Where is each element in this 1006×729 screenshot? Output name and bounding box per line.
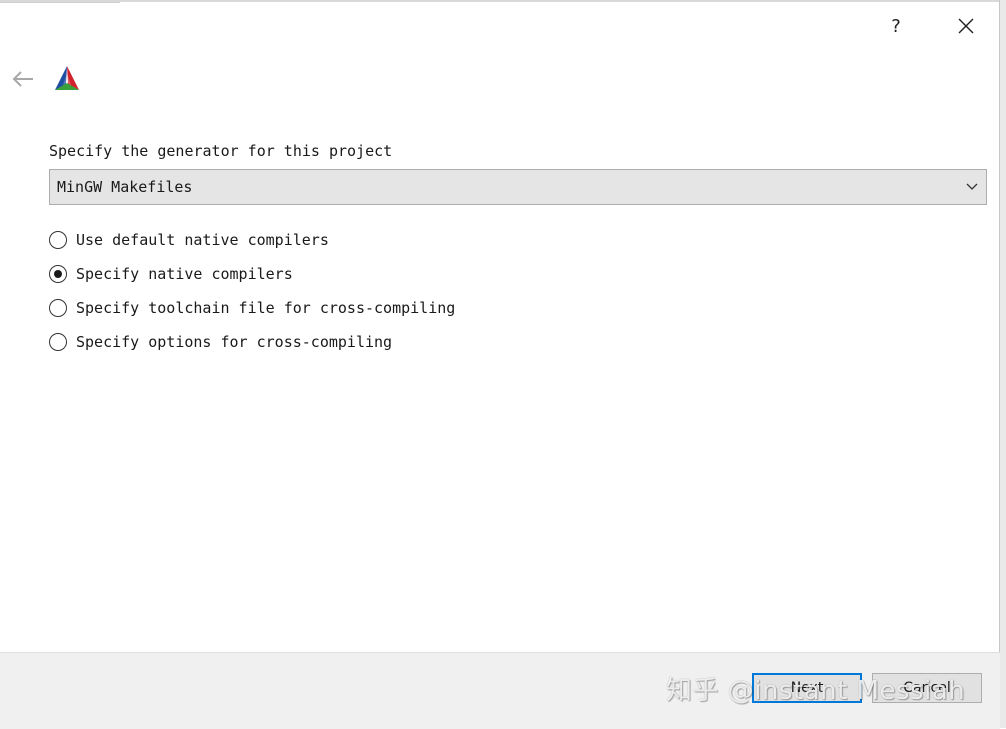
next-button[interactable]: Next <box>752 673 862 703</box>
generator-dropdown[interactable]: MinGW Makefiles <box>49 169 987 205</box>
radio-toolchain-file[interactable]: Specify toolchain file for cross-compili… <box>49 296 455 320</box>
radio-cross-compile-options[interactable]: Specify options for cross-compiling <box>49 330 392 354</box>
radio-button[interactable] <box>49 333 67 351</box>
cancel-button[interactable]: Cancel <box>872 673 982 703</box>
radio-button-checked[interactable] <box>49 265 67 283</box>
window-top-border <box>0 0 1006 2</box>
dialog-footer: Next Cancel <box>0 652 1000 729</box>
radio-label: Use default native compilers <box>76 231 329 249</box>
generator-selected-value: MinGW Makefiles <box>57 178 193 196</box>
radio-button[interactable] <box>49 231 67 249</box>
cmake-logo-icon <box>55 66 79 90</box>
generator-label: Specify the generator for this project <box>49 142 393 160</box>
help-icon: ? <box>891 15 901 37</box>
radio-button[interactable] <box>49 299 67 317</box>
chevron-down-icon <box>958 169 986 205</box>
radio-label: Specify native compilers <box>76 265 293 283</box>
radio-label: Specify toolchain file for cross-compili… <box>76 299 456 317</box>
close-button[interactable] <box>948 10 984 42</box>
arrow-left-icon <box>12 71 33 87</box>
radio-native-compilers[interactable]: Specify native compilers <box>49 262 293 286</box>
radio-label: Specify options for cross-compiling <box>76 333 393 351</box>
background-window-strip <box>999 0 1006 728</box>
help-button[interactable]: ? <box>878 10 914 42</box>
radio-default-compilers[interactable]: Use default native compilers <box>49 228 329 252</box>
back-button[interactable] <box>8 64 38 94</box>
close-icon <box>958 18 974 34</box>
